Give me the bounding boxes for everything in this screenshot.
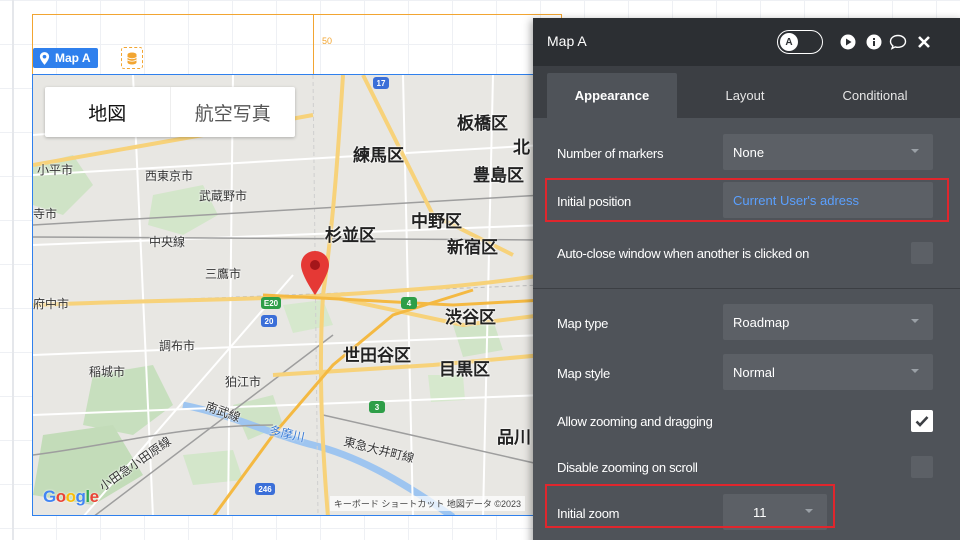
markers-select[interactable]: None bbox=[723, 134, 933, 170]
editor-canvas: 50 Map A 地図 航空写真 板橋区 北 練馬区 豊島区 小平市 西東京市 … bbox=[0, 0, 960, 540]
map-label-musashino: 武蔵野市 bbox=[199, 189, 248, 203]
route-shield-246: 246 bbox=[255, 483, 275, 495]
allow-zoom-label: Allow zooming and dragging bbox=[557, 414, 713, 429]
map-type-select-value: Roadmap bbox=[733, 314, 790, 330]
map-label-toshima: 豊島区 bbox=[473, 166, 524, 185]
chevron-down-icon bbox=[911, 369, 919, 373]
chevron-down-icon bbox=[911, 319, 919, 323]
disable-scroll-checkbox[interactable] bbox=[911, 456, 933, 478]
map-label-meguro: 目黒区 bbox=[439, 360, 490, 379]
close-icon[interactable] bbox=[915, 33, 933, 51]
element-toggle[interactable]: A bbox=[777, 30, 823, 54]
map-label-nakano: 中野区 bbox=[411, 212, 462, 231]
highlight-initial-position bbox=[545, 178, 949, 222]
route-shield-4: 4 bbox=[401, 297, 417, 309]
map-label-kita: 北 bbox=[513, 138, 530, 157]
map-style-select[interactable]: Normal bbox=[723, 354, 933, 390]
tab-conditional[interactable]: Conditional bbox=[817, 73, 933, 118]
map-label-nishitokyo: 西東京市 bbox=[145, 169, 194, 183]
database-glyph-icon bbox=[127, 52, 137, 64]
map-label-komae: 狛江市 bbox=[225, 375, 262, 389]
map-element[interactable]: 地図 航空写真 板橋区 北 練馬区 豊島区 小平市 西東京市 武蔵野市 寺市 中… bbox=[32, 74, 542, 516]
map-attribution[interactable]: キーボード ショートカット 地図データ ©2023 bbox=[329, 496, 525, 511]
section-divider bbox=[533, 288, 960, 289]
element-tag-label: Map A bbox=[55, 51, 91, 65]
tab-appearance[interactable]: Appearance bbox=[547, 73, 677, 118]
map-label-nerima: 練馬区 bbox=[353, 146, 404, 165]
map-label-shibuya: 渋谷区 bbox=[445, 308, 496, 327]
map-label-mitaka: 三鷹市 bbox=[205, 267, 242, 281]
auto-close-label: Auto-close window when another is clicke… bbox=[557, 246, 809, 261]
map-style-label: Map style bbox=[557, 366, 610, 381]
chevron-down-icon bbox=[911, 149, 919, 153]
toggle-knob: A bbox=[780, 33, 798, 51]
info-icon[interactable] bbox=[865, 33, 883, 51]
ruler-label: 50 bbox=[322, 36, 333, 46]
checkmark-icon bbox=[915, 416, 929, 427]
google-logo: Google bbox=[43, 487, 99, 506]
map-style-select-value: Normal bbox=[733, 364, 775, 380]
map-label-fuchu: 府中市 bbox=[33, 297, 70, 311]
map-type-roadmap-button[interactable]: 地図 bbox=[45, 87, 170, 137]
disable-scroll-label: Disable zooming on scroll bbox=[557, 460, 698, 475]
tab-layout[interactable]: Layout bbox=[685, 73, 805, 118]
map-label-itabashi: 板橋区 bbox=[457, 114, 508, 133]
map-marker-icon[interactable] bbox=[300, 251, 330, 295]
element-tag-map-a[interactable]: Map A bbox=[33, 48, 98, 68]
appearance-settings: Number of markers None Initial position … bbox=[533, 118, 960, 540]
route-shield-20: 20 bbox=[261, 315, 277, 327]
highlight-initial-zoom bbox=[545, 484, 835, 528]
map-label-shinjuku: 新宿区 bbox=[447, 238, 498, 257]
map-type-select[interactable]: Roadmap bbox=[723, 304, 933, 340]
allow-zoom-checkbox[interactable] bbox=[911, 410, 933, 432]
map-type-label: Map type bbox=[557, 316, 609, 331]
panel-title: Map A bbox=[547, 33, 587, 49]
canvas-left-edge bbox=[12, 0, 14, 540]
group-container-outline[interactable] bbox=[32, 14, 562, 76]
map-label-kokubunji: 寺市 bbox=[33, 207, 58, 221]
route-shield-17: 17 bbox=[373, 77, 389, 89]
map-label-suginami: 杉並区 bbox=[325, 226, 376, 245]
map-label-setagaya: 世田谷区 bbox=[343, 346, 411, 365]
auto-close-checkbox[interactable] bbox=[911, 242, 933, 264]
map-type-satellite-button[interactable]: 航空写真 bbox=[169, 87, 296, 137]
play-icon[interactable] bbox=[839, 33, 857, 51]
panel-tabs: Appearance Layout Conditional bbox=[533, 66, 960, 118]
markers-select-value: None bbox=[733, 144, 765, 160]
map-label-chofu: 調布市 bbox=[159, 339, 196, 353]
database-icon[interactable] bbox=[121, 47, 143, 69]
map-label-shinagawa: 品川 bbox=[497, 428, 531, 447]
route-shield-e20: E20 bbox=[261, 297, 281, 309]
group-divider bbox=[313, 14, 314, 76]
panel-header: Map A A bbox=[533, 18, 960, 66]
map-label-chuo-line: 中央線 bbox=[149, 235, 186, 249]
map-label-inagi: 稲城市 bbox=[89, 365, 126, 379]
map-label-kodaira: 小平市 bbox=[37, 163, 74, 177]
property-editor-panel: Map A A Appearance Layout Conditional Nu bbox=[533, 18, 960, 540]
comment-icon[interactable] bbox=[889, 33, 907, 51]
route-shield-3: 3 bbox=[369, 401, 385, 413]
map-pin-icon bbox=[39, 51, 50, 65]
map-base-layer bbox=[33, 75, 541, 515]
map-type-control: 地図 航空写真 bbox=[45, 87, 295, 137]
markers-label: Number of markers bbox=[557, 146, 664, 161]
